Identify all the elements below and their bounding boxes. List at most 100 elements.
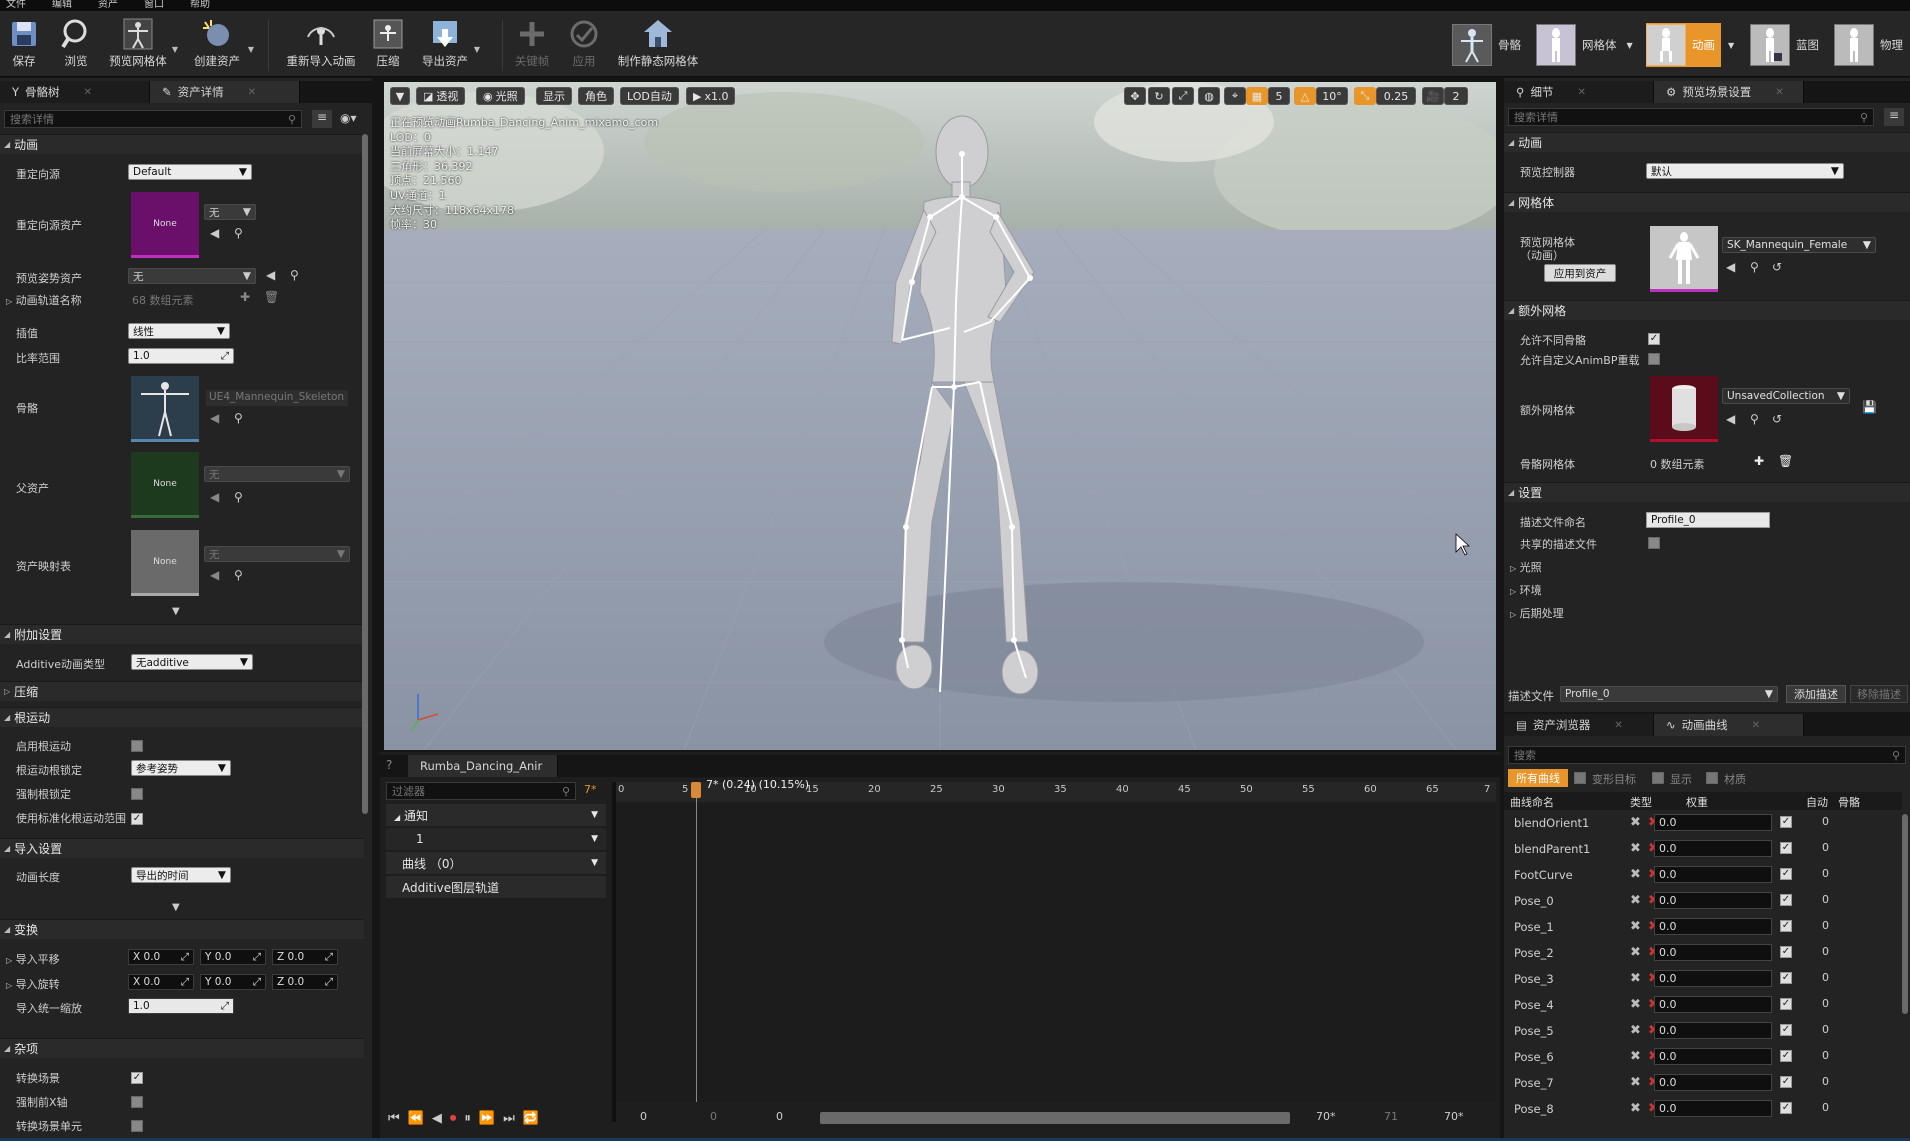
left-panel-scrollbar[interactable] [362, 134, 368, 814]
curve-weight-input[interactable]: 0.0 [1654, 840, 1772, 857]
loop-icon[interactable]: 🔁 [523, 1111, 539, 1126]
category-preview-animation[interactable]: ◢ 动画 [1504, 132, 1910, 152]
curve-weight-input[interactable]: 0.0 [1654, 892, 1772, 909]
filter-material-checkbox[interactable] [1706, 772, 1718, 784]
add-plus-icon[interactable]: ✚ [1754, 454, 1764, 468]
delete-curve-icon[interactable]: ✖ [1630, 1101, 1641, 1116]
translation-x-input[interactable]: X 0.0 ⤢ [128, 949, 194, 965]
keyframe-button[interactable]: 关键帧 [512, 15, 552, 73]
save-collection-icon[interactable]: 💾 [1862, 400, 1877, 414]
column-weight[interactable]: 权重 [1686, 794, 1708, 810]
delete-curve-icon[interactable]: ✖ [1630, 893, 1641, 908]
reset-arrow-icon[interactable]: ↺ [1772, 412, 1782, 426]
tab-asset-details[interactable]: ✎ 资产详情 ✕ [150, 81, 300, 103]
curve-weight-input[interactable]: 0.0 [1654, 814, 1772, 831]
preview-mesh-button[interactable]: 预览网格体 ▼ [108, 15, 178, 73]
profile-dropdown[interactable]: Profile_0 ▼ [1560, 686, 1778, 702]
grid-snap-value[interactable]: 5 [1268, 87, 1290, 105]
curve-row[interactable]: FootCurve✖✖0.0✓0 [1504, 862, 1834, 888]
apply-button[interactable]: 应用 [564, 15, 604, 73]
add-profile-button[interactable]: 添加描述 [1786, 685, 1846, 703]
translate-tool-icon[interactable]: ✥ [1124, 87, 1146, 105]
category-import-settings[interactable]: ◢ 导入设置 [0, 838, 364, 858]
curve-row[interactable]: Pose_8✖✖0.0✓0 [1504, 1096, 1834, 1122]
category-mesh[interactable]: ◢ 网格体 [1504, 192, 1910, 212]
convert-scene-checkbox[interactable]: ✓ [131, 1072, 143, 1084]
curve-auto-checkbox[interactable]: ✓ [1780, 1050, 1792, 1062]
enable-root-motion-checkbox[interactable] [131, 740, 143, 752]
playback-range-start[interactable]: 0 [776, 1110, 783, 1123]
view-range-start[interactable]: 0 [640, 1110, 647, 1123]
jump-to-end-icon[interactable]: ⏭ [503, 1111, 515, 1126]
animation-mode-dropdown[interactable]: ▼ [1728, 23, 1734, 67]
curve-weight-input[interactable]: 0.0 [1654, 970, 1772, 987]
curve-auto-checkbox[interactable]: ✓ [1780, 920, 1792, 932]
chevron-down-icon[interactable]: ▼ [172, 45, 178, 54]
browse-search-icon[interactable]: ⚲ [1750, 260, 1759, 274]
curve-row[interactable]: blendParent1✖✖0.0✓0 [1504, 836, 1834, 862]
lod-button[interactable]: LOD自动 [620, 87, 679, 105]
use-selected-arrow-icon[interactable]: ◀ [210, 226, 219, 240]
character-button[interactable]: 角色 [578, 87, 614, 105]
close-icon[interactable]: ✕ [84, 87, 92, 98]
curve-row[interactable]: blendOrient1✖✖0.0✓0 [1504, 810, 1834, 836]
expand-more-icon[interactable]: ▼ [172, 606, 180, 617]
curves-scrollbar[interactable] [1902, 814, 1908, 1014]
environment-group[interactable]: ▷ 环境 [1510, 582, 1542, 598]
category-transform[interactable]: ◢ 变换 [0, 919, 364, 939]
delete-curve-icon[interactable]: ✖ [1630, 971, 1641, 986]
close-icon[interactable]: ✕ [1577, 87, 1585, 98]
timeline-scrollbar[interactable] [820, 1112, 1290, 1124]
remove-profile-button[interactable]: 移除描述 [1850, 685, 1908, 703]
reset-arrow-icon[interactable]: ↺ [1772, 260, 1782, 274]
use-selected-arrow-icon[interactable]: ◀ [210, 411, 219, 425]
delete-curve-icon[interactable]: ✖ [1630, 945, 1641, 960]
close-icon[interactable]: ✕ [1775, 87, 1783, 98]
trash-icon[interactable]: 🗑 [1778, 454, 1793, 468]
create-asset-button[interactable]: 创建资产 ▼ [190, 15, 254, 73]
close-icon[interactable]: ✕ [248, 87, 256, 98]
postprocess-group[interactable]: ▷ 后期处理 [1510, 605, 1564, 621]
delete-curve-icon[interactable]: ✖ [1630, 815, 1641, 830]
use-selected-arrow-icon[interactable]: ◀ [1726, 412, 1735, 426]
jump-to-start-icon[interactable]: ⏮ [388, 1111, 400, 1126]
mode-physics[interactable]: 物理 [1834, 23, 1903, 67]
curves-search-input[interactable]: 搜索 ⚲ [1508, 746, 1906, 764]
additive-type-dropdown[interactable]: 无additive ▼ [131, 654, 253, 670]
chevron-down-icon[interactable]: ▼ [1627, 41, 1633, 50]
curve-weight-input[interactable]: 0.0 [1654, 866, 1772, 883]
preview-mesh-dropdown[interactable]: SK_Mannequin_Female ▼ [1722, 237, 1876, 253]
show-button[interactable]: 显示 [536, 87, 572, 105]
export-asset-button[interactable]: 导出资产 ▼ [420, 15, 480, 73]
curve-auto-checkbox[interactable]: ✓ [1780, 816, 1792, 828]
delete-curve-icon[interactable]: ✖ [1630, 997, 1641, 1012]
menu-asset[interactable]: 资产 [98, 0, 118, 11]
curve-auto-checkbox[interactable]: ✓ [1780, 894, 1792, 906]
additive-layer-track[interactable]: Additive图层轨道 [386, 876, 606, 898]
parent-asset-thumbnail[interactable]: None [131, 452, 199, 518]
close-icon[interactable]: ✕ [1752, 720, 1760, 731]
mode-blueprint[interactable]: 蓝图 [1750, 23, 1819, 67]
filter-morph-checkbox[interactable] [1574, 772, 1586, 784]
compress-button[interactable]: 压缩 [368, 15, 408, 73]
mode-skeleton[interactable]: 骨骼 [1452, 23, 1521, 67]
curve-auto-checkbox[interactable]: ✓ [1780, 1024, 1792, 1036]
rotation-x-input[interactable]: X 0.0 ⤢ [128, 974, 194, 990]
tab-details[interactable]: ⚲ 细节 ✕ [1504, 81, 1654, 103]
viewport[interactable]: ▼ ◪ 透视 ◉ 光照 显示 角色 LOD自动 ▶ x1.0 ✥ ↻ ⤢ ◍ ⌖ ▦ … [384, 82, 1496, 750]
rotation-z-input[interactable]: Z 0.0 ⤢ [272, 974, 338, 990]
trash-icon[interactable]: 🗑 [264, 290, 279, 304]
category-settings[interactable]: ◢ 设置 [1504, 482, 1910, 502]
curves-track[interactable]: 曲线 （0） ▼ [386, 852, 606, 874]
shared-profile-checkbox[interactable] [1648, 537, 1660, 549]
interpolation-dropdown[interactable]: 线性 ▼ [128, 323, 230, 339]
root-motion-lock-dropdown[interactable]: 参考姿势 ▼ [131, 760, 231, 776]
reimport-animation-button[interactable]: 重新导入动画 [282, 15, 360, 73]
rotate-tool-icon[interactable]: ↻ [1148, 87, 1170, 105]
tab-skeleton-tree[interactable]: Y 骨骼树 ✕ [0, 81, 150, 103]
use-selected-arrow-icon[interactable]: ◀ [210, 568, 219, 582]
preview-controller-dropdown[interactable]: 默认 ▼ [1646, 163, 1844, 179]
category-root-motion[interactable]: ◢ 根运动 [0, 707, 364, 727]
browse-button[interactable]: 浏览 [56, 15, 96, 73]
delete-curve-icon[interactable]: ✖ [1630, 919, 1641, 934]
